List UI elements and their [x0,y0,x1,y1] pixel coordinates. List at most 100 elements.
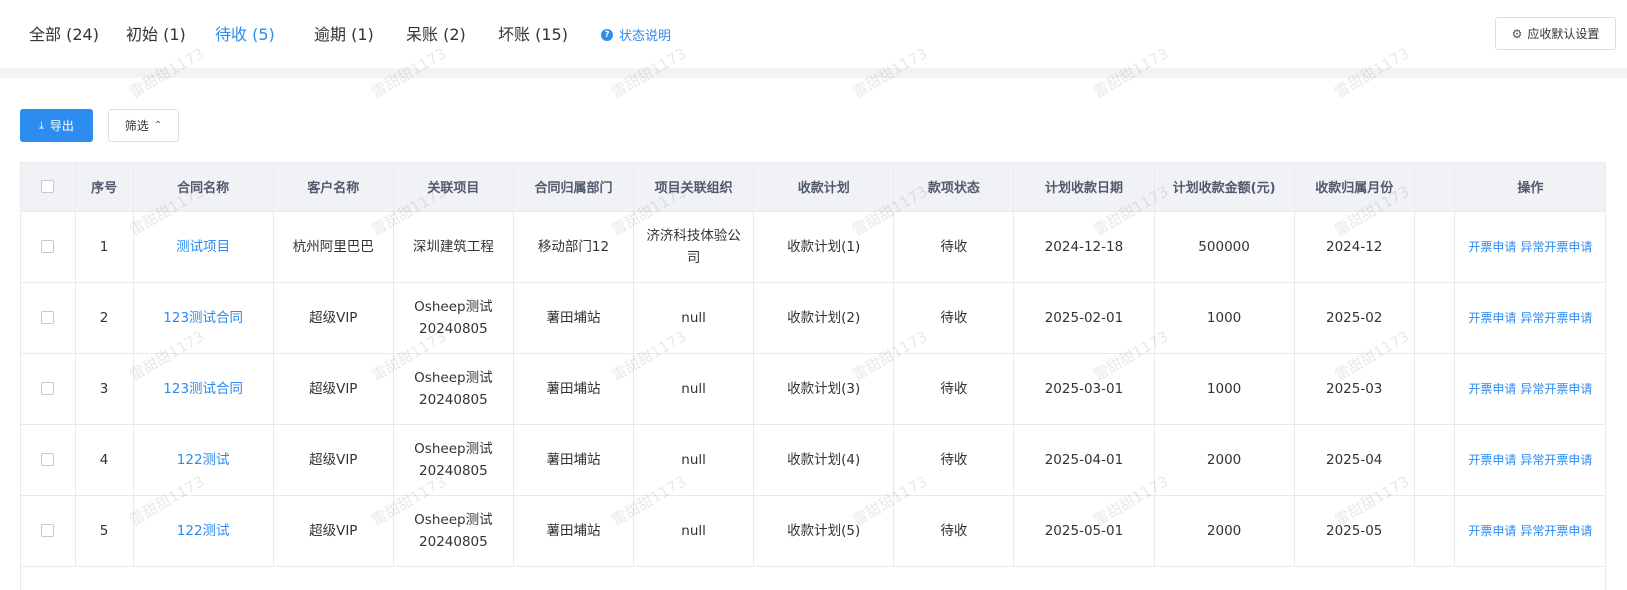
invoice-request-link[interactable]: 开票申请 [1468,453,1516,467]
tab-written-off[interactable]: 坏账 (15) [498,21,568,45]
status-tabs: 全部 (24) 初始 (1) 待收 (5) 逾期 (1) 呆账 (2) 坏账 (… [0,0,1627,68]
section-divider [0,68,1627,78]
contract-name-link[interactable]: 122测试 [133,424,274,496]
contract-dept: 薯田埔站 [513,282,635,354]
related-project: Osheep测试20240805 [393,353,514,425]
related-project: 深圳建筑工程 [393,211,514,283]
related-project: Osheep测试20240805 [393,424,514,496]
filter-label: 筛选 [124,119,149,133]
payment-status: 待收 [893,211,1015,283]
project-org: 济济科技体验公司 [633,211,755,283]
customer-name: 超级VIP [273,495,394,567]
receivables-table: 序号 合同名称 客户名称 关联项目 合同归属部门 项目关联组织 收款计划 款项状… [20,162,1606,590]
row-actions: 开票申请 异常开票申请 [1454,211,1605,283]
row-select-cell [21,282,76,354]
tab-bad-debt[interactable]: 呆账 (2) [406,21,466,45]
row-actions: 开票申请 异常开票申请 [1454,353,1605,425]
abnormal-invoice-request-link[interactable]: 异常开票申请 [1520,453,1592,467]
export-button[interactable]: ⤓ 导出 [20,109,93,142]
payment-plan: 收款计划(4) [753,424,895,496]
receivable-settings-button[interactable]: ⚙ 应收默认设置 [1495,17,1616,50]
select-all-checkbox[interactable] [41,180,55,194]
col-billing-month: 收款归属月份 [1294,163,1415,212]
row-actions: 开票申请 异常开票申请 [1454,424,1605,496]
invoice-request-link[interactable]: 开票申请 [1468,524,1516,538]
project-org: null [633,424,755,496]
abnormal-invoice-request-link[interactable]: 异常开票申请 [1520,524,1592,538]
tab-all[interactable]: 全部 (24) [29,21,99,45]
related-project: Osheep测试20240805 [393,282,514,354]
col-planned-amount: 计划收款金额(元) [1154,163,1295,212]
project-org: null [633,495,755,567]
spacer-cell [1414,211,1455,283]
planned-amount: 2000 [1154,495,1295,567]
planned-date: 2025-03-01 [1013,353,1155,425]
table-row: 1 测试项目 杭州阿里巴巴 深圳建筑工程 移动部门12 济济科技体验公司 收款计划(1) 待收… [21,211,1605,283]
payment-plan: 收款计划(5) [753,495,895,567]
col-planned-date: 计划收款日期 [1013,163,1155,212]
planned-date: 2025-02-01 [1013,282,1155,354]
status-help-label: 状态说明 [619,29,672,44]
billing-month: 2025-02 [1294,282,1415,354]
spacer-cell [1414,424,1455,496]
contract-dept: 移动部门12 [513,211,635,283]
abnormal-invoice-request-link[interactable]: 异常开票申请 [1520,382,1592,396]
col-spacer [1414,163,1455,212]
question-circle-icon: ? [601,28,613,41]
payment-status: 待收 [893,353,1015,425]
contract-dept: 薯田埔站 [513,353,635,425]
row-checkbox[interactable] [41,240,55,253]
planned-amount: 1000 [1154,282,1295,354]
col-contract-dept: 合同归属部门 [513,163,635,212]
abnormal-invoice-request-link[interactable]: 异常开票申请 [1520,311,1592,325]
invoice-request-link[interactable]: 开票申请 [1468,311,1516,325]
spacer-cell [1414,282,1455,354]
project-org: null [633,353,755,425]
row-select-cell [21,424,76,496]
col-related-project: 关联项目 [393,163,514,212]
billing-month: 2025-04 [1294,424,1415,496]
row-checkbox[interactable] [41,382,55,395]
status-help-link[interactable]: ? 状态说明 [601,25,671,44]
col-customer-name: 客户名称 [273,163,394,212]
customer-name: 超级VIP [273,282,394,354]
contract-name-link[interactable]: 123测试合同 [133,282,274,354]
export-label: 导出 [49,119,74,133]
planned-amount: 500000 [1154,211,1295,283]
row-index: 5 [75,495,134,567]
download-icon: ⤓ [39,118,44,132]
planned-amount: 1000 [1154,353,1295,425]
contract-name-link[interactable]: 123测试合同 [133,353,274,425]
invoice-request-link[interactable]: 开票申请 [1468,240,1516,254]
table-row: 5 122测试 超级VIP Osheep测试20240805 薯田埔站 null 收款计划(… [21,495,1605,567]
payment-status: 待收 [893,282,1015,354]
payment-plan: 收款计划(1) [753,211,895,283]
row-checkbox[interactable] [41,311,55,324]
tab-pending[interactable]: 待收 (5) [215,21,275,45]
tab-initial[interactable]: 初始 (1) [126,21,186,45]
contract-name-link[interactable]: 122测试 [133,495,274,567]
row-select-cell [21,353,76,425]
select-all-header [21,163,76,212]
contract-dept: 薯田埔站 [513,495,635,567]
payment-status: 待收 [893,424,1015,496]
planned-date: 2024-12-18 [1013,211,1155,283]
col-index: 序号 [75,163,134,212]
invoice-request-link[interactable]: 开票申请 [1468,382,1516,396]
table-row: 3 123测试合同 超级VIP Osheep测试20240805 薯田埔站 null 收款计… [21,353,1605,425]
col-actions: 操作 [1454,163,1605,212]
row-checkbox[interactable] [41,524,55,537]
filter-button[interactable]: 筛选 ⌃ [108,109,179,142]
row-index: 1 [75,211,134,283]
payment-plan: 收款计划(3) [753,353,895,425]
planned-date: 2025-04-01 [1013,424,1155,496]
row-index: 2 [75,282,134,354]
tab-overdue[interactable]: 逾期 (1) [314,21,374,45]
row-select-cell [21,495,76,567]
row-checkbox[interactable] [41,453,55,466]
billing-month: 2024-12 [1294,211,1415,283]
contract-name-link[interactable]: 测试项目 [133,211,274,283]
col-payment-plan: 收款计划 [753,163,895,212]
abnormal-invoice-request-link[interactable]: 异常开票申请 [1520,240,1592,254]
related-project: Osheep测试20240805 [393,495,514,567]
